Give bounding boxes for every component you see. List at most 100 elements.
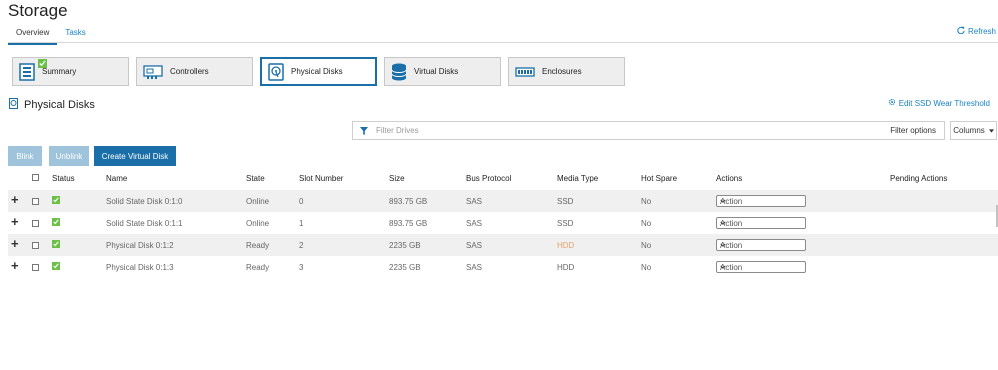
row-state: Ready <box>246 241 270 250</box>
status-ok-icon <box>52 196 60 204</box>
unblink-button[interactable]: Unblink <box>49 146 89 166</box>
row-bus: SAS <box>466 219 483 228</box>
columns-label: Columns <box>953 126 985 135</box>
row-name: Physical Disk 0:1:2 <box>106 241 174 250</box>
tab-divider <box>8 42 998 43</box>
page-title: Storage <box>8 1 68 20</box>
row-hot-spare: No <box>641 263 652 272</box>
caret-down-icon <box>988 126 994 135</box>
row-hot-spare: No <box>641 219 652 228</box>
blink-button[interactable]: Blink <box>8 146 42 166</box>
row-hot-spare: No <box>641 241 652 250</box>
enclosure-icon <box>515 66 535 77</box>
tile-controllers[interactable]: Controllers <box>136 57 253 86</box>
row-media: HDD <box>557 263 575 272</box>
row-checkbox[interactable] <box>32 198 39 205</box>
row-state: Online <box>246 219 270 228</box>
tile-enclosures-label: Enclosures <box>542 67 582 76</box>
row-state: Online <box>246 197 270 206</box>
filter-icon <box>360 126 368 135</box>
header-hot-spare[interactable]: Hot Spare <box>641 174 677 183</box>
status-ok-icon <box>52 218 60 226</box>
action-select[interactable]: Action <box>716 239 806 251</box>
database-icon <box>391 63 407 81</box>
header-state[interactable]: State <box>246 174 265 183</box>
action-select-value: Action <box>720 218 743 228</box>
edit-link-label: Edit SSD Wear Threshold <box>898 98 990 108</box>
table-row: + Physical Disk 0:1:3 Ready 3 2235 GB SA… <box>8 256 998 278</box>
header-media-type[interactable]: Media Type <box>557 174 598 183</box>
tile-virtual-disks[interactable]: Virtual Disks <box>384 57 501 86</box>
tile-enclosures[interactable]: Enclosures <box>508 57 625 86</box>
row-bus: SAS <box>466 241 483 250</box>
row-media: HDD <box>557 241 575 250</box>
refresh-icon <box>957 26 965 36</box>
expand-row-icon[interactable]: + <box>11 236 19 251</box>
action-select-value: Action <box>720 240 743 250</box>
table-row: + Physical Disk 0:1:2 Ready 2 2235 GB SA… <box>8 234 998 256</box>
row-media: SSD <box>557 219 574 228</box>
summary-icon <box>19 62 35 81</box>
table-row: + Solid State Disk 0:1:1 Online 1 893.75… <box>8 212 998 234</box>
table-header: Status Name State Slot Number Size Bus P… <box>0 172 998 188</box>
action-select[interactable]: Action <box>716 195 806 207</box>
header-status[interactable]: Status <box>52 174 75 183</box>
tile-controllers-label: Controllers <box>170 67 209 76</box>
row-slot: 2 <box>299 241 304 250</box>
tile-summary[interactable]: Summary <box>12 57 129 86</box>
action-select[interactable]: Action <box>716 217 806 229</box>
filter-bar: Filter Drives Filter options <box>352 121 945 140</box>
row-size: 893.75 GB <box>389 197 428 206</box>
row-name: Physical Disk 0:1:3 <box>106 263 174 272</box>
row-name: Solid State Disk 0:1:0 <box>106 197 183 206</box>
gear-icon <box>888 98 896 108</box>
expand-row-icon[interactable]: + <box>11 214 19 229</box>
physical-disk-icon <box>268 62 284 81</box>
action-select-value: Action <box>720 196 743 206</box>
row-media: SSD <box>557 197 574 206</box>
refresh-button[interactable]: Refresh <box>957 26 996 36</box>
row-size: 2235 GB <box>389 241 421 250</box>
table-row: + Solid State Disk 0:1:0 Online 0 893.75… <box>8 190 998 212</box>
status-ok-icon <box>52 240 60 248</box>
action-select-value: Action <box>720 262 743 272</box>
filter-options-button[interactable]: Filter options <box>890 126 936 135</box>
row-size: 2235 GB <box>389 263 421 272</box>
tile-virtual-disks-label: Virtual Disks <box>414 67 459 76</box>
tile-summary-label: Summary <box>42 67 77 76</box>
header-pending-actions: Pending Actions <box>890 174 948 183</box>
section-title: Physical Disks <box>24 99 95 111</box>
row-checkbox[interactable] <box>32 220 39 227</box>
create-virtual-disk-button[interactable]: Create Virtual Disk <box>94 146 176 166</box>
row-state: Ready <box>246 263 270 272</box>
storage-tiles: Summary Controllers Physical Disks Virtu… <box>12 57 625 86</box>
tile-physical-disks-label: Physical Disks <box>291 67 343 76</box>
row-slot: 3 <box>299 263 304 272</box>
header-size[interactable]: Size <box>389 174 405 183</box>
header-actions: Actions <box>716 174 743 183</box>
row-checkbox[interactable] <box>32 242 39 249</box>
header-bus-protocol[interactable]: Bus Protocol <box>466 174 511 183</box>
controller-card-icon <box>143 64 163 79</box>
checkmark-icon <box>38 59 47 68</box>
edit-ssd-wear-threshold-link[interactable]: Edit SSD Wear Threshold <box>888 98 990 108</box>
row-bus: SAS <box>466 263 483 272</box>
refresh-label: Refresh <box>967 26 996 36</box>
row-name: Solid State Disk 0:1:1 <box>106 219 183 228</box>
filter-drives-input[interactable]: Filter Drives <box>376 126 890 135</box>
header-name[interactable]: Name <box>106 174 127 183</box>
select-all-checkbox[interactable] <box>32 174 39 181</box>
row-checkbox[interactable] <box>32 264 39 271</box>
status-ok-icon <box>52 262 60 270</box>
row-size: 893.75 GB <box>389 219 428 228</box>
section-heading: Physical Disks <box>9 98 95 112</box>
physical-disk-small-icon <box>9 98 18 112</box>
columns-dropdown[interactable]: Columns <box>950 121 997 140</box>
expand-row-icon[interactable]: + <box>11 258 19 273</box>
expand-row-icon[interactable]: + <box>11 192 19 207</box>
header-slot-number[interactable]: Slot Number <box>299 174 343 183</box>
action-select[interactable]: Action <box>716 261 806 273</box>
row-slot: 1 <box>299 219 304 228</box>
tile-physical-disks[interactable]: Physical Disks <box>260 57 377 86</box>
row-slot: 0 <box>299 197 304 206</box>
